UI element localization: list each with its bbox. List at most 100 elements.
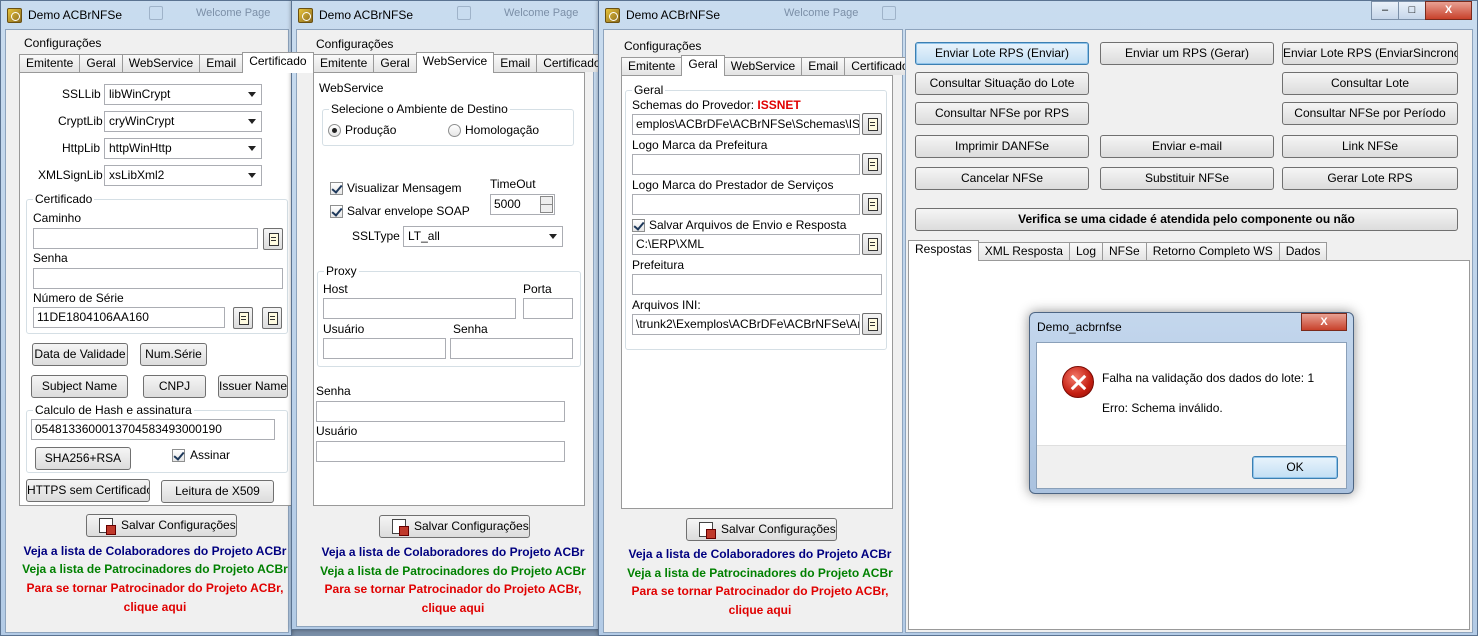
- tab-nfse[interactable]: NFSe: [1102, 242, 1147, 260]
- cryptlib-select[interactable]: cryWinCrypt: [104, 111, 262, 132]
- link-patrocinadores[interactable]: Veja a lista de Patrocinadores do Projet…: [618, 566, 902, 580]
- tab-certificado[interactable]: Certificado: [242, 52, 314, 73]
- salvar-arquivos-checkbox[interactable]: [632, 219, 645, 232]
- close-button[interactable]: X: [1425, 1, 1472, 20]
- link-patrocinadores[interactable]: Veja a lista de Patrocinadores do Projet…: [311, 564, 595, 578]
- titlebar[interactable]: Demo ACBrNFSe Welcome Page: [1, 1, 291, 29]
- enviar-email-button[interactable]: Enviar e-mail: [1100, 135, 1274, 158]
- tab-geral[interactable]: Geral: [373, 54, 417, 72]
- enviar-um-rps-button[interactable]: Enviar um RPS (Gerar): [1100, 42, 1274, 65]
- tab-xml-resposta[interactable]: XML Resposta: [977, 242, 1070, 260]
- spin-down-icon[interactable]: [540, 204, 553, 213]
- browse-path-icon[interactable]: [862, 233, 882, 255]
- usuario-input[interactable]: [316, 441, 565, 462]
- link-clique-aqui[interactable]: clique aqui: [20, 600, 290, 614]
- cnpj-button[interactable]: CNPJ: [143, 375, 206, 398]
- tab-email[interactable]: Email: [493, 54, 538, 72]
- link-clique-aqui[interactable]: clique aqui: [618, 603, 902, 617]
- link-colaboradores[interactable]: Veja a lista de Colaboradores do Projeto…: [20, 544, 290, 558]
- link-tornar-patrocinador[interactable]: Para se tornar Patrocinador do Projeto A…: [311, 582, 595, 596]
- httplib-select[interactable]: httpWinHttp: [104, 138, 262, 159]
- caminho-input[interactable]: [33, 228, 258, 249]
- tab-emitente[interactable]: Emitente: [313, 54, 375, 72]
- xmlsignlib-select[interactable]: xsLibXml2: [104, 165, 262, 186]
- tab-respostas[interactable]: Respostas: [908, 240, 979, 261]
- num-serie-button[interactable]: Num.Série: [140, 343, 207, 366]
- link-colaboradores[interactable]: Veja a lista de Colaboradores do Projeto…: [311, 545, 595, 559]
- browse-logo-prefeitura-icon[interactable]: [862, 153, 882, 175]
- consultar-nfse-rps-button[interactable]: Consultar NFSe por RPS: [915, 102, 1089, 125]
- visualizar-mensagem-checkbox[interactable]: [330, 182, 343, 195]
- link-nfse-button[interactable]: Link NFSe: [1282, 135, 1458, 158]
- tab-email[interactable]: Email: [199, 54, 244, 72]
- dialog-close-button[interactable]: X: [1301, 313, 1347, 331]
- link-tornar-patrocinador[interactable]: Para se tornar Patrocinador do Projeto A…: [618, 584, 902, 598]
- serie-input[interactable]: 11DE1804106AA160: [33, 307, 225, 328]
- sha256-rsa-button[interactable]: SHA256+RSA: [35, 447, 131, 470]
- timeout-spinner[interactable]: 5000: [490, 194, 555, 215]
- link-tornar-patrocinador[interactable]: Para se tornar Patrocinador do Projeto A…: [20, 581, 290, 595]
- prefeitura-input[interactable]: [632, 274, 882, 295]
- logo-prefeitura-input[interactable]: [632, 154, 860, 175]
- path-input[interactable]: C:\ERP\XML: [632, 234, 860, 255]
- tab-webservice[interactable]: WebService: [723, 57, 803, 75]
- imprimir-danfse-button[interactable]: Imprimir DANFSe: [915, 135, 1089, 158]
- consultar-nfse-periodo-button[interactable]: Consultar NFSe por Período: [1282, 102, 1458, 125]
- cert-info-icon[interactable]: [262, 307, 282, 329]
- browse-file-icon[interactable]: [263, 228, 283, 250]
- link-clique-aqui[interactable]: clique aqui: [311, 601, 595, 615]
- gerar-lote-rps-button[interactable]: Gerar Lote RPS: [1282, 167, 1458, 190]
- browse-schemas-icon[interactable]: [862, 113, 882, 135]
- ssllib-select[interactable]: libWinCrypt: [104, 84, 262, 105]
- ini-input[interactable]: \trunk2\Exemplos\ACBrDFe\ACBrNFSe\ArqINI: [632, 314, 860, 335]
- browse-ini-icon[interactable]: [862, 313, 882, 335]
- hash-input[interactable]: 05481336000137045834930001​90: [31, 419, 275, 440]
- tab-webservice[interactable]: WebService: [121, 54, 201, 72]
- enviar-lote-rps-button[interactable]: Enviar Lote RPS (Enviar): [915, 42, 1089, 65]
- host-input[interactable]: [323, 298, 516, 319]
- titlebar[interactable]: Demo ACBrNFSe Welcome Page: [599, 1, 1477, 29]
- salvar-configuracoes-button[interactable]: Salvar Configurações: [379, 515, 530, 538]
- ok-button[interactable]: OK: [1252, 456, 1338, 479]
- verifica-cidade-button[interactable]: Verifica se uma cidade é atendida pelo c…: [915, 208, 1458, 231]
- senha-input[interactable]: [316, 401, 565, 422]
- issuer-name-button[interactable]: Issuer Name: [218, 375, 288, 398]
- salvar-configuracoes-button[interactable]: Salvar Configurações: [86, 514, 237, 537]
- tab-emitente[interactable]: Emitente: [19, 54, 81, 72]
- tab-webservice[interactable]: WebService: [415, 52, 495, 73]
- cancelar-nfse-button[interactable]: Cancelar NFSe: [915, 167, 1089, 190]
- link-colaboradores[interactable]: Veja a lista de Colaboradores do Projeto…: [618, 547, 902, 561]
- subject-name-button[interactable]: Subject Name: [31, 375, 128, 398]
- substituir-nfse-button[interactable]: Substituir NFSe: [1100, 167, 1274, 190]
- enviar-lote-sincrono-button[interactable]: Enviar Lote RPS (EnviarSincrono): [1282, 42, 1458, 65]
- leitura-x509-button[interactable]: Leitura de X509: [161, 480, 274, 503]
- data-validade-button[interactable]: Data de Validade: [32, 343, 128, 366]
- minimize-button[interactable]: –: [1371, 1, 1399, 20]
- schemas-input[interactable]: emplos\ACBrDFe\ACBrNFSe\Schemas\ISSNet: [632, 114, 860, 135]
- proxy-usuario-input[interactable]: [323, 338, 446, 359]
- browse-logo-prestador-icon[interactable]: [862, 193, 882, 215]
- tab-emitente[interactable]: Emitente: [621, 57, 683, 75]
- maximize-button[interactable]: □: [1398, 1, 1426, 20]
- consultar-lote-button[interactable]: Consultar Lote: [1282, 72, 1458, 95]
- assinar-checkbox[interactable]: [172, 449, 185, 462]
- tab-retorno-completo[interactable]: Retorno Completo WS: [1145, 242, 1280, 260]
- https-sem-certificado-button[interactable]: HTTPS sem Certificado: [26, 479, 150, 502]
- ssltype-select[interactable]: LT_all: [403, 226, 563, 247]
- tab-geral[interactable]: Geral: [681, 55, 725, 76]
- tab-geral[interactable]: Geral: [79, 54, 123, 72]
- salvar-configuracoes-button[interactable]: Salvar Configurações: [686, 518, 837, 541]
- titlebar[interactable]: Demo ACBrNFSe Welcome Page: [292, 1, 598, 29]
- homologacao-radio[interactable]: [448, 124, 461, 137]
- producao-radio[interactable]: [328, 124, 341, 137]
- proxy-senha-input[interactable]: [450, 338, 573, 359]
- tab-dados[interactable]: Dados: [1278, 242, 1328, 260]
- link-patrocinadores[interactable]: Veja a lista de Patrocinadores do Projet…: [20, 562, 290, 576]
- porta-input[interactable]: [523, 298, 573, 319]
- logo-prestador-input[interactable]: [632, 194, 860, 215]
- consultar-situacao-lote-button[interactable]: Consultar Situação do Lote: [915, 72, 1089, 95]
- tab-log[interactable]: Log: [1068, 242, 1103, 260]
- senha-input[interactable]: [33, 268, 283, 289]
- select-cert-icon[interactable]: [233, 307, 253, 329]
- tab-certificado[interactable]: Certificado: [536, 54, 608, 72]
